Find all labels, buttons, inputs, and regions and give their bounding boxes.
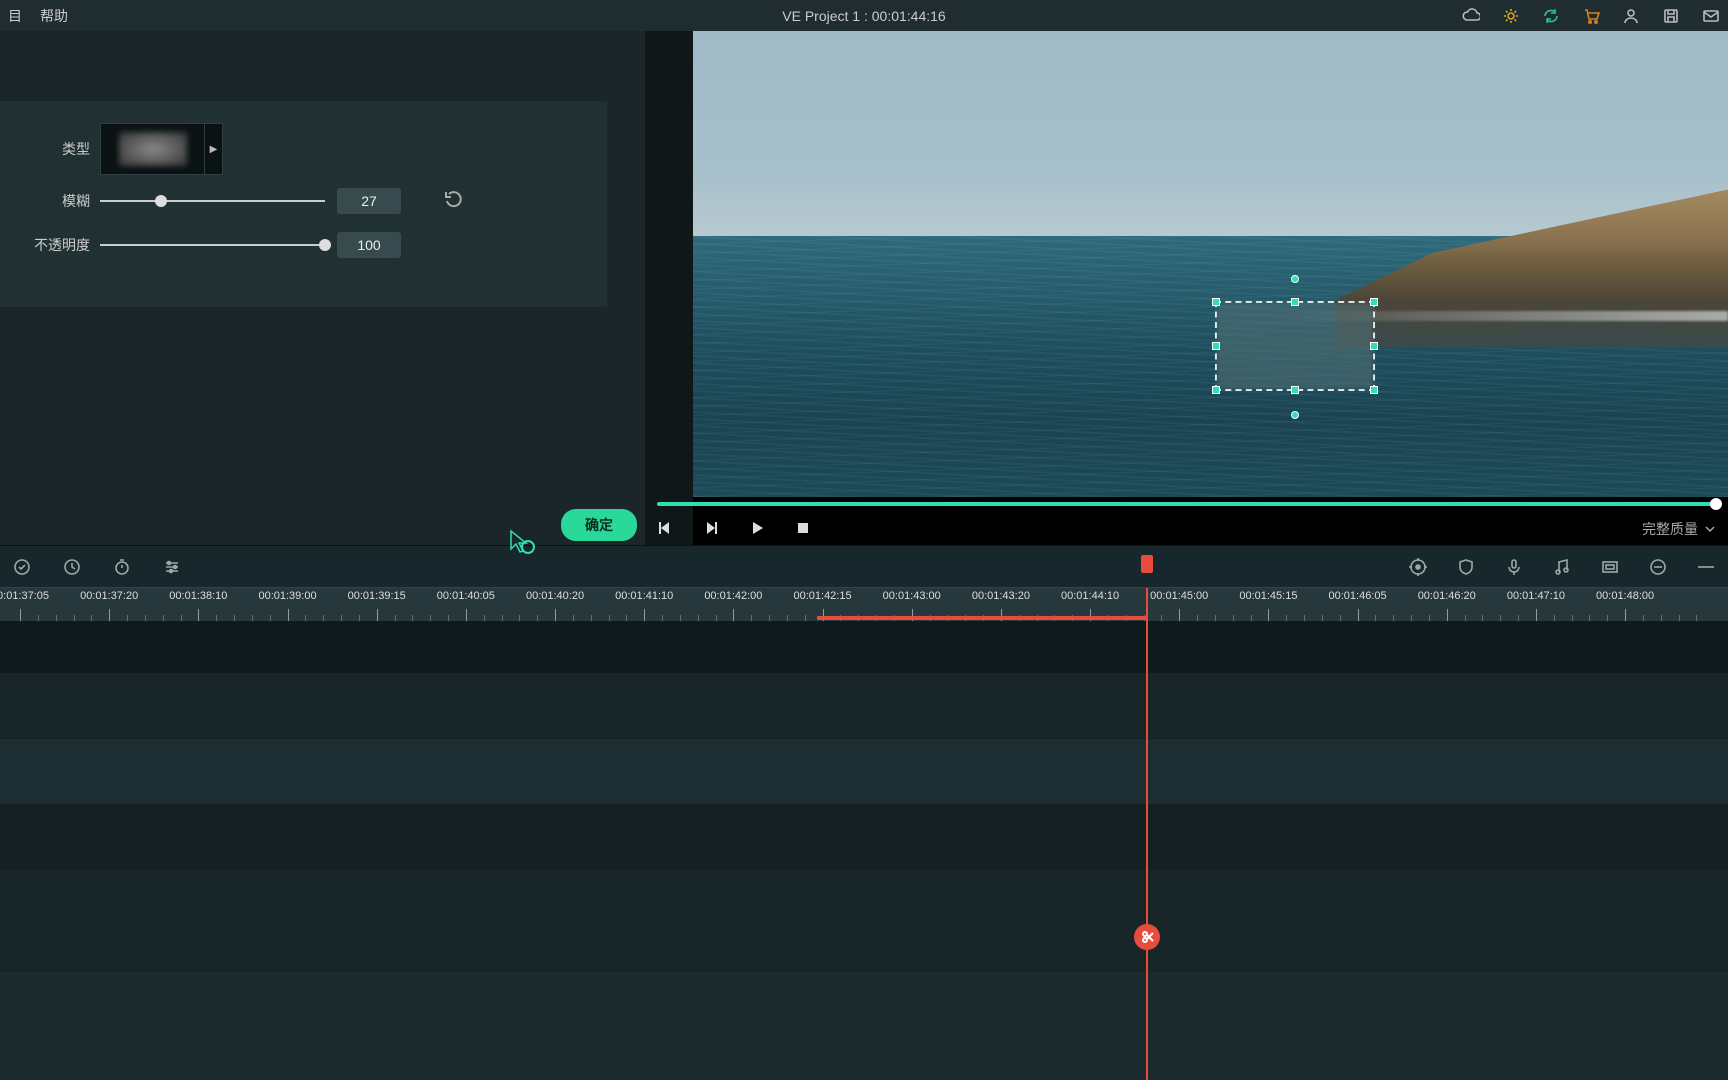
main-area: 类型 ▶ 模糊 27 不透明度 100 (0, 31, 1728, 545)
sun-icon[interactable] (1502, 7, 1520, 25)
shield-icon[interactable] (1456, 557, 1476, 577)
handle-rotate-top[interactable] (1291, 275, 1299, 283)
ruler-label: 00:01:39:15 (348, 590, 406, 602)
stop-icon[interactable] (795, 520, 811, 536)
ruler-label: 00:01:44:10 (1061, 590, 1119, 602)
handle-left-mid[interactable] (1212, 342, 1220, 350)
video-preview[interactable] (693, 31, 1728, 497)
track-row[interactable] (0, 739, 1728, 805)
playhead[interactable] (1146, 588, 1148, 1080)
ruler-label: 00:01:40:20 (526, 590, 584, 602)
timer-icon[interactable] (112, 557, 132, 577)
menu-item-partial[interactable]: 目 (8, 6, 22, 26)
opacity-slider[interactable] (100, 244, 325, 246)
handle-bot-left[interactable] (1212, 386, 1220, 394)
ruler-label: 00:01:40:05 (437, 590, 495, 602)
handle-bot-right[interactable] (1370, 386, 1378, 394)
track-row[interactable] (0, 805, 1728, 871)
preview-progress[interactable] (657, 502, 1716, 506)
play-icon[interactable] (749, 520, 765, 536)
mic-icon[interactable] (1504, 557, 1524, 577)
handle-top-right[interactable] (1370, 298, 1378, 306)
cart-icon[interactable] (1582, 7, 1600, 25)
ruler-label: 00:01:45:00 (1150, 590, 1208, 602)
blur-label: 模糊 (0, 191, 100, 211)
ruler-label: 00:01:47:10 (1507, 590, 1565, 602)
user-icon[interactable] (1622, 7, 1640, 25)
preview-panel: 完整质量 (645, 31, 1728, 545)
timeline-ruler[interactable]: 00:01:37:05 00:01:37:20 00:01:38:10 00:01:3… (0, 587, 1728, 621)
ruler-label: 00:01:42:00 (704, 590, 762, 602)
adjust-icon[interactable] (162, 557, 182, 577)
zoom-line-icon[interactable] (1696, 557, 1716, 577)
type-thumbnail[interactable] (100, 123, 205, 175)
blur-slider[interactable] (100, 200, 325, 202)
blur-reset[interactable] (443, 190, 465, 212)
effects-panel: 类型 ▶ 模糊 27 不透明度 100 (0, 31, 645, 545)
track-row[interactable] (0, 673, 1728, 739)
target-icon[interactable] (1408, 557, 1428, 577)
quality-label: 完整质量 (1642, 519, 1698, 539)
chevron-down-icon (1704, 523, 1716, 535)
progress-thumb[interactable] (1710, 498, 1722, 510)
handle-rotate-bot[interactable] (1291, 411, 1299, 419)
confirm-button[interactable]: 确定 (561, 509, 637, 541)
ruler-label: 00:01:39:00 (258, 590, 316, 602)
playhead-marker[interactable] (1141, 555, 1153, 573)
menu-help[interactable]: 帮助 (40, 6, 68, 26)
ruler-label: 00:01:46:20 (1418, 590, 1476, 602)
selection-range (817, 616, 1145, 620)
handle-right-mid[interactable] (1370, 342, 1378, 350)
cloud-icon[interactable] (1462, 7, 1480, 25)
timeline-toolbar (0, 545, 1728, 587)
quality-selector[interactable]: 完整质量 (1642, 519, 1716, 539)
cut-button[interactable] (1134, 924, 1160, 950)
title-bar: 目 帮助 VE Project 1 : 00:01:44:16 (0, 0, 1728, 31)
type-next-button[interactable]: ▶ (205, 123, 223, 175)
ruler-label: 00:01:38:10 (169, 590, 227, 602)
step-forward-icon[interactable] (703, 520, 719, 536)
ruler-label: 00:01:46:05 (1329, 590, 1387, 602)
frame-icon[interactable] (1600, 557, 1620, 577)
ruler-label: 00:01:37:20 (80, 590, 138, 602)
save-icon[interactable] (1662, 7, 1680, 25)
step-back-icon[interactable] (657, 520, 673, 536)
mail-icon[interactable] (1702, 7, 1720, 25)
ruler-label: 00:01:37:05 (0, 590, 49, 602)
selection-box[interactable] (1215, 301, 1375, 391)
timeline-tracks[interactable] (0, 621, 1728, 1080)
opacity-label: 不透明度 (0, 235, 100, 255)
handle-top-mid[interactable] (1291, 298, 1299, 306)
blur-value[interactable]: 27 (337, 188, 401, 214)
music-icon[interactable] (1552, 557, 1572, 577)
sync-icon[interactable] (12, 557, 32, 577)
type-label: 类型 (0, 139, 100, 159)
track-row[interactable] (0, 871, 1728, 971)
handle-top-left[interactable] (1212, 298, 1220, 306)
opacity-value[interactable]: 100 (337, 232, 401, 258)
zoom-out-icon[interactable] (1648, 557, 1668, 577)
history-icon[interactable] (62, 557, 82, 577)
ruler-label: 00:01:42:15 (793, 590, 851, 602)
ruler-label: 00:01:41:10 (615, 590, 673, 602)
project-title: VE Project 1 : 00:01:44:16 (782, 8, 945, 24)
handle-bot-mid[interactable] (1291, 386, 1299, 394)
ruler-label: 00:01:43:00 (883, 590, 941, 602)
ruler-label: 00:01:45:15 (1239, 590, 1297, 602)
ruler-label: 00:01:43:20 (972, 590, 1030, 602)
refresh-icon[interactable] (1542, 7, 1560, 25)
ruler-label: 00:01:48:00 (1596, 590, 1654, 602)
